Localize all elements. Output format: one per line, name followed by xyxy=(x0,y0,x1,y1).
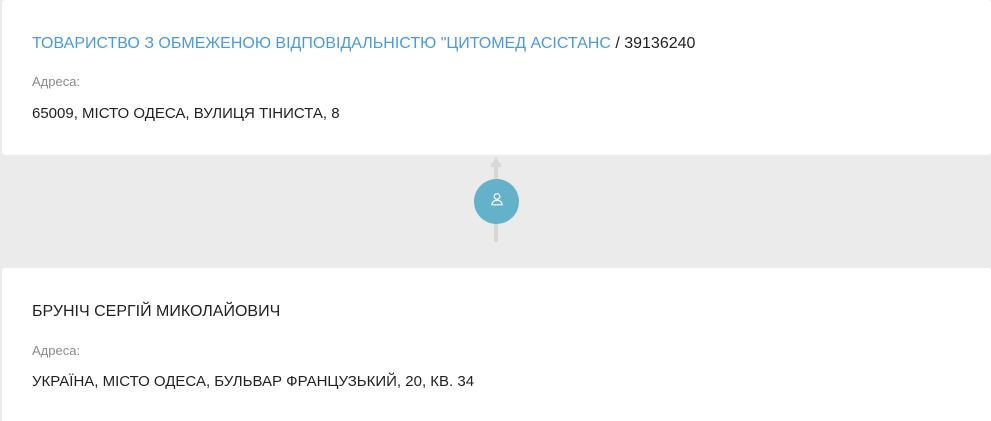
company-address: 65009, МІСТО ОДЕСА, ВУЛИЦЯ ТІНИСТА, 8 xyxy=(32,105,340,122)
person-address: УКРАЇНА, МІСТО ОДЕСА, БУЛЬВАР ФРАНЦУЗЬКИ… xyxy=(32,373,475,390)
company-card: ТОВАРИСТВО З ОБМЕЖЕНОЮ ВІДПОВІДАЛЬНІСТЮ … xyxy=(2,0,991,155)
company-name-link[interactable]: ТОВАРИСТВО З ОБМЕЖЕНОЮ ВІДПОВІДАЛЬНІСТЮ … xyxy=(32,35,611,52)
company-address-label: Адреса: xyxy=(32,74,81,89)
person-node[interactable] xyxy=(474,179,519,224)
user-icon xyxy=(490,192,504,211)
title-separator: / xyxy=(615,35,620,52)
person-name: БРУНІЧ СЕРГІЙ МИКОЛАЙОВИЧ xyxy=(32,303,281,320)
person-card: БРУНІЧ СЕРГІЙ МИКОЛАЙОВИЧ Адреса: УКРАЇН… xyxy=(2,268,991,421)
company-code: 39136240 xyxy=(624,35,696,52)
company-title-line: ТОВАРИСТВО З ОБМЕЖЕНОЮ ВІДПОВІДАЛЬНІСТЮ … xyxy=(32,34,695,54)
person-address-label: Адреса: xyxy=(32,343,81,358)
